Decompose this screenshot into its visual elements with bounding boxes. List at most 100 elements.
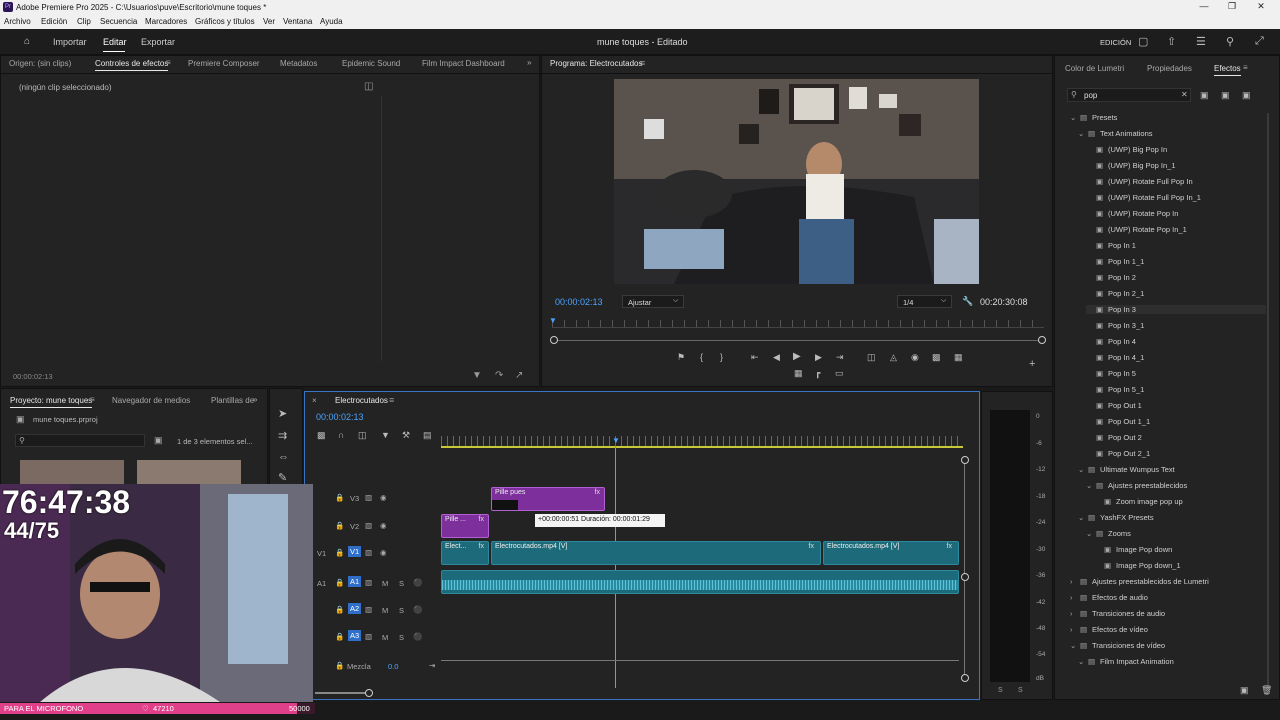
import-tab[interactable]: Importar (53, 37, 87, 47)
tab-epidemic-sound[interactable]: Epidemic Sound (342, 59, 400, 68)
effects-preset[interactable]: ▣ Pop In 1_1 (1086, 257, 1144, 266)
delete-icon[interactable]: 🗑 (1261, 685, 1272, 696)
effects-folder[interactable]: › ▤ Efectos de audio (1070, 593, 1148, 602)
effects-preset[interactable]: ▣ Pop In 2_1 (1086, 289, 1144, 298)
menu-ayuda[interactable]: Ayuda (320, 17, 343, 26)
resolution-dropdown[interactable]: 1/4 ⌵ (897, 295, 952, 308)
effects-preset[interactable]: ▣ (UWP) Rotate Pop In_1 (1086, 225, 1187, 234)
effects-preset[interactable]: ▣ Pop In 3 (1086, 305, 1266, 314)
timeline-playhead-icon[interactable]: ▼ (612, 436, 620, 445)
effects-preset[interactable]: ▣ Pop Out 1 (1086, 401, 1142, 410)
playhead-icon[interactable]: ▼ (549, 316, 557, 325)
play-icon[interactable]: ▶ (793, 351, 801, 362)
tab-premiere-composer[interactable]: Premiere Composer (188, 59, 260, 68)
h-scroll-handle[interactable] (365, 689, 373, 697)
effects-folder[interactable]: ⌄ ▤ Zooms (1086, 529, 1131, 538)
clip-v1-b[interactable]: Electrocutados.mp4 [V] fx (491, 541, 821, 565)
effects-preset[interactable]: ▣ Pop In 4_1 (1086, 353, 1144, 362)
effects-preset[interactable]: ▣ Pop In 4 (1086, 337, 1136, 346)
effects-preset[interactable]: ▣ Pop In 2 (1086, 273, 1136, 282)
tab-metadata[interactable]: Metadatos (280, 59, 317, 68)
effects-scrollbar[interactable] (1267, 113, 1269, 688)
workspace-label[interactable]: EDICIÓN (1100, 38, 1131, 47)
comparison-icon[interactable]: ▩ (932, 352, 941, 363)
tab-properties[interactable]: Propiedades (1147, 64, 1192, 73)
export-frame-icon[interactable]: ┏ (815, 368, 820, 379)
effects-folder[interactable]: ⌄ ▤ Film Impact Animation (1078, 657, 1174, 666)
menu-ventana[interactable]: Ventana (283, 17, 312, 26)
chevron-down-icon[interactable]: ⌄ (1086, 481, 1096, 490)
lock-icon[interactable]: 🔒 (335, 578, 344, 587)
effects-preset[interactable]: ▣ Image Pop down_1 (1094, 561, 1181, 570)
effects-preset[interactable]: ▣ Zoom image pop up (1094, 497, 1183, 506)
effects-folder[interactable]: ⌄ ▤ Text Animations (1078, 129, 1153, 138)
program-ruler[interactable] (552, 320, 1044, 328)
lock-icon[interactable]: 🔒 (335, 548, 344, 557)
safe-margins-icon[interactable]: ▦ (794, 368, 803, 379)
nest-icon[interactable]: ▩ (317, 430, 326, 441)
sync-icon[interactable]: ▧ (365, 578, 372, 587)
snap-icon[interactable]: ∩ (338, 430, 344, 440)
tab-templates[interactable]: Plantillas de (211, 396, 254, 405)
effects-preset[interactable]: ▣ Pop In 1 (1086, 241, 1136, 250)
timeline-timecode[interactable]: 00:00:02:13 (316, 412, 364, 422)
sequence-tab[interactable]: Electrocutados (335, 396, 388, 405)
effects-folder[interactable]: › ▤ Transiciones de audio (1070, 609, 1165, 618)
chevron-down-icon[interactable]: ⌄ (1070, 641, 1080, 650)
sync-icon[interactable]: ▧ (365, 493, 372, 502)
menu-ver[interactable]: Ver (263, 17, 275, 26)
chevron-down-icon[interactable]: ⌄ (1086, 529, 1096, 538)
effects-preset[interactable]: ▣ (UWP) Big Pop In_1 (1086, 161, 1176, 170)
clip-v3-pille-pues[interactable]: Pille pues fx (491, 487, 605, 511)
32bit-effects-icon[interactable]: ▣ (1221, 90, 1230, 101)
thumbnail-1[interactable] (20, 460, 124, 486)
chevron-right-icon[interactable]: › (1070, 609, 1080, 618)
effects-preset[interactable]: ▣ Pop Out 2_1 (1086, 449, 1150, 458)
fullscreen-icon[interactable]: ⤢ (1255, 35, 1264, 48)
chevron-down-icon[interactable]: ⌄ (1078, 465, 1088, 474)
settings-wrench-icon[interactable]: ⚒ (402, 430, 410, 441)
track-label-a1[interactable]: A1 (348, 576, 362, 587)
track-label-v1[interactable]: V1 (348, 546, 362, 557)
tab-lumetri-color[interactable]: Color de Lumetri (1065, 64, 1124, 73)
effects-folder[interactable]: ⌄ ▤ Presets (1070, 113, 1117, 122)
tab-source[interactable]: Origen: (sin clips) (9, 59, 71, 68)
program-timecode[interactable]: 00:00:02:13 (555, 297, 603, 307)
effects-preset[interactable]: ▣ Pop Out 2 (1086, 433, 1142, 442)
chevron-down-icon[interactable]: ⌄ (1078, 513, 1088, 522)
share-icon[interactable]: ⇧ (1167, 35, 1176, 48)
share-out-icon[interactable]: ↗ (515, 370, 523, 381)
effects-preset[interactable]: ▣ Image Pop down (1094, 545, 1172, 554)
close-sequence-icon[interactable]: × (312, 396, 317, 405)
track-source-v1[interactable]: V1 (317, 549, 326, 558)
project-search-input[interactable]: ⚲ (15, 434, 145, 447)
menu-edicion[interactable]: Edición (41, 17, 67, 26)
yuv-effects-icon[interactable]: ▣ (1242, 90, 1251, 101)
track-source-a1[interactable]: A1 (317, 579, 326, 588)
track-select-icon[interactable]: ⇉ (278, 429, 287, 442)
lock-icon[interactable]: 🔒 (335, 521, 344, 530)
close-icon[interactable]: ✕ (1254, 1, 1268, 13)
effects-search-input[interactable]: ⚲ pop ✕ (1067, 88, 1191, 102)
go-to-in-icon[interactable]: ⇤ (751, 352, 759, 363)
mute-icon[interactable]: M (382, 633, 388, 642)
effects-folder[interactable]: ⌄ ▤ Transiciones de vídeo (1070, 641, 1165, 650)
toggle-timeline-icon[interactable]: ◫ (364, 81, 373, 92)
add-button-icon[interactable]: + (1029, 358, 1035, 370)
solo-icon[interactable]: S (399, 633, 404, 642)
chevron-right-icon[interactable]: › (1070, 625, 1080, 634)
sync-icon[interactable]: ▧ (365, 605, 372, 614)
go-to-end-icon[interactable]: ⇥ (429, 661, 435, 670)
extract-icon[interactable]: ◬ (890, 352, 897, 363)
eye-icon[interactable]: ◉ (380, 548, 387, 557)
program-video-frame[interactable] (614, 79, 979, 284)
tab-media-browser[interactable]: Navegador de medios (112, 396, 190, 405)
zoom-scrollbar[interactable] (554, 340, 1042, 341)
more-tabs-icon[interactable]: » (527, 58, 531, 67)
filter-icon[interactable]: ▼ (472, 370, 482, 381)
go-to-out-icon[interactable]: ⇥ (836, 352, 844, 363)
track-label-a3[interactable]: A3 (348, 630, 362, 641)
mic-icon[interactable]: ⚫ (413, 578, 422, 587)
panel-menu-icon[interactable]: ≡ (166, 58, 171, 67)
chevron-right-icon[interactable]: › (1070, 577, 1080, 586)
